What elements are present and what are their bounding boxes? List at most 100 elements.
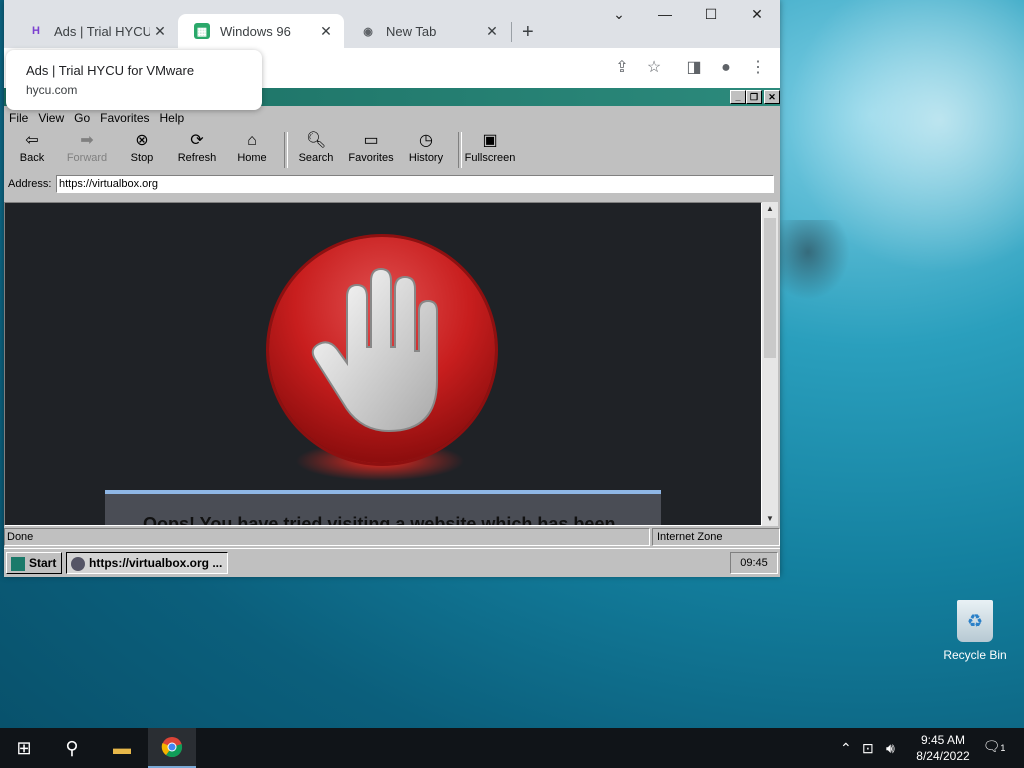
win96-minimize-button[interactable]: _ [730,90,746,104]
win96-viewport: _ ❐ ✕ File View Go Favorites Help ⇦ Back… [4,88,780,577]
win96-task-item[interactable]: https://virtualbox.org ... [66,552,228,574]
web-page-content: Oops! You have tried visiting a website … [4,202,762,526]
fullscreen-button[interactable]: ▣ Fullscreen [462,128,518,172]
tab-hycu[interactable]: H Ads | Trial HYCU fo ✕ [12,14,178,48]
close-window-button[interactable]: ✕ [734,6,780,30]
status-bar: Done Internet Zone [4,528,780,546]
tab-label: New Tab [386,23,437,39]
error-message: Oops! You have tried visiting a website … [143,514,616,526]
fullscreen-label: Fullscreen [464,152,516,164]
volume-icon[interactable]: 🔊︎ [886,740,895,757]
hycu-icon: H [32,25,40,37]
file-explorer-icon[interactable]: ▬ [98,728,146,768]
history-label: History [408,152,444,164]
menu-help[interactable]: Help [155,108,190,126]
tab-windows96[interactable]: ▦ Windows 96 ✕ [178,14,344,48]
chrome-taskbar-icon[interactable] [148,728,196,768]
search-button[interactable]: 🔍︎ Search [288,128,344,172]
hover-card-title: Ads | Trial HYCU for VMware [26,63,195,78]
network-icon[interactable]: ⊡ [862,740,874,757]
start-label: Start [29,556,57,570]
side-panel-icon[interactable]: ◨ [684,58,704,78]
win96-close-button[interactable]: ✕ [764,90,780,104]
back-arrow-icon: ⇦ [25,132,39,149]
menu-view[interactable]: View [33,108,69,126]
scroll-thumb[interactable] [764,218,776,358]
home-button[interactable]: ⌂ Home [224,128,280,172]
win96-start-button[interactable]: Start [6,552,62,574]
close-icon[interactable]: ✕ [482,23,502,40]
status-text: Done [4,528,650,546]
win96-menubar: File View Go Favorites Help [4,108,189,126]
favorites-label: Favorites [348,152,394,164]
share-icon[interactable]: ⇪ [612,58,632,78]
chrome-icon: ◉ [363,25,373,38]
show-hidden-icons[interactable]: ⌃ [840,740,852,757]
address-input[interactable]: https://virtualbox.org [56,175,774,193]
zone-text: Internet Zone [652,528,780,546]
profile-avatar-icon[interactable]: ● [716,58,736,78]
windows96-icon: ▦ [194,23,210,39]
search-icon[interactable]: ⚲ [48,728,96,768]
windows-start-icon[interactable]: ⊞ [0,728,48,768]
win96-logo-icon [11,556,25,571]
scroll-up-icon[interactable]: ▲ [762,202,778,216]
history-button[interactable]: ◷ History [398,128,454,172]
refresh-label: Refresh [177,152,217,164]
search-icon: 🔍︎ [306,132,327,149]
win96-toolbar: ⇦ Back ➡ Forward ⊗ Stop ⟳ Refresh ⌂ Home… [4,128,780,174]
tab-separator [511,22,512,42]
address-label: Address: [8,178,52,190]
fullscreen-icon: ▣ [482,132,498,149]
address-bar: Address: https://virtualbox.org [4,174,780,196]
maximize-button[interactable]: ☐ [688,6,734,30]
menu-file[interactable]: File [4,108,33,126]
menu-favorites[interactable]: Favorites [95,108,154,126]
back-button[interactable]: ⇦ Back [4,128,60,172]
home-label: Home [237,152,267,164]
forward-label: Forward [66,152,108,164]
vertical-scrollbar[interactable]: ▲ ▼ [762,202,778,526]
menu-go[interactable]: Go [69,108,95,126]
menu-icon[interactable]: ⋮ [748,58,768,78]
refresh-icon: ⟳ [190,132,204,149]
recycle-bin-label: Recycle Bin [943,648,1007,662]
win96-taskbar: Start https://virtualbox.org ... 09:45 [4,548,780,577]
tab-strip: H Ads | Trial HYCU fo ✕ ▦ Windows 96 ✕ ◉… [4,0,780,48]
tab-hover-card: Ads | Trial HYCU for VMware hycu.com [6,50,262,110]
notification-icon[interactable]: 🗨︎1 [982,738,1006,758]
recycle-bin-icon: ♻ [957,600,993,642]
new-tab-button[interactable]: + [522,22,534,42]
favorites-button[interactable]: ▭ Favorites [343,128,399,172]
taskbar-clock[interactable]: 9:45 AM 8/24/2022 [912,732,974,764]
stop-button[interactable]: ⊗ Stop [114,128,170,172]
recycle-bin[interactable]: ♻ Recycle Bin [940,600,1010,662]
tab-label: Windows 96 [220,23,291,39]
scroll-down-icon[interactable]: ▼ [762,512,778,526]
stop-hand-icon [269,237,495,463]
win96-maximize-button[interactable]: ❐ [746,90,762,104]
favorites-folder-icon: ▭ [363,132,379,149]
win96-browser-window: _ ❐ ✕ File View Go Favorites Help ⇦ Back… [4,88,780,577]
tab-new-tab[interactable]: ◉ New Tab ✕ [344,14,510,48]
history-clock-icon: ◷ [419,132,433,149]
clock-date: 8/24/2022 [916,749,970,763]
stop-icon: ⊗ [135,132,149,149]
clock-time: 9:45 AM [920,733,966,747]
task-item-label: https://virtualbox.org ... [89,556,223,570]
bookmark-star-icon[interactable]: ☆ [644,58,664,78]
home-icon: ⌂ [247,132,257,149]
close-icon[interactable]: ✕ [150,23,170,40]
tab-search-icon[interactable]: ⌄ [596,6,642,30]
search-label: Search [298,152,334,164]
close-icon[interactable]: ✕ [316,23,336,40]
error-message-box: Oops! You have tried visiting a website … [105,490,661,526]
back-label: Back [19,152,45,164]
forward-arrow-icon: ➡ [80,132,94,149]
forward-button[interactable]: ➡ Forward [59,128,115,172]
browser-globe-icon [71,556,85,571]
wallpaper-rock [780,220,850,300]
minimize-button[interactable]: — [642,6,688,30]
refresh-button[interactable]: ⟳ Refresh [169,128,225,172]
tab-label: Ads | Trial HYCU fo [54,23,150,39]
